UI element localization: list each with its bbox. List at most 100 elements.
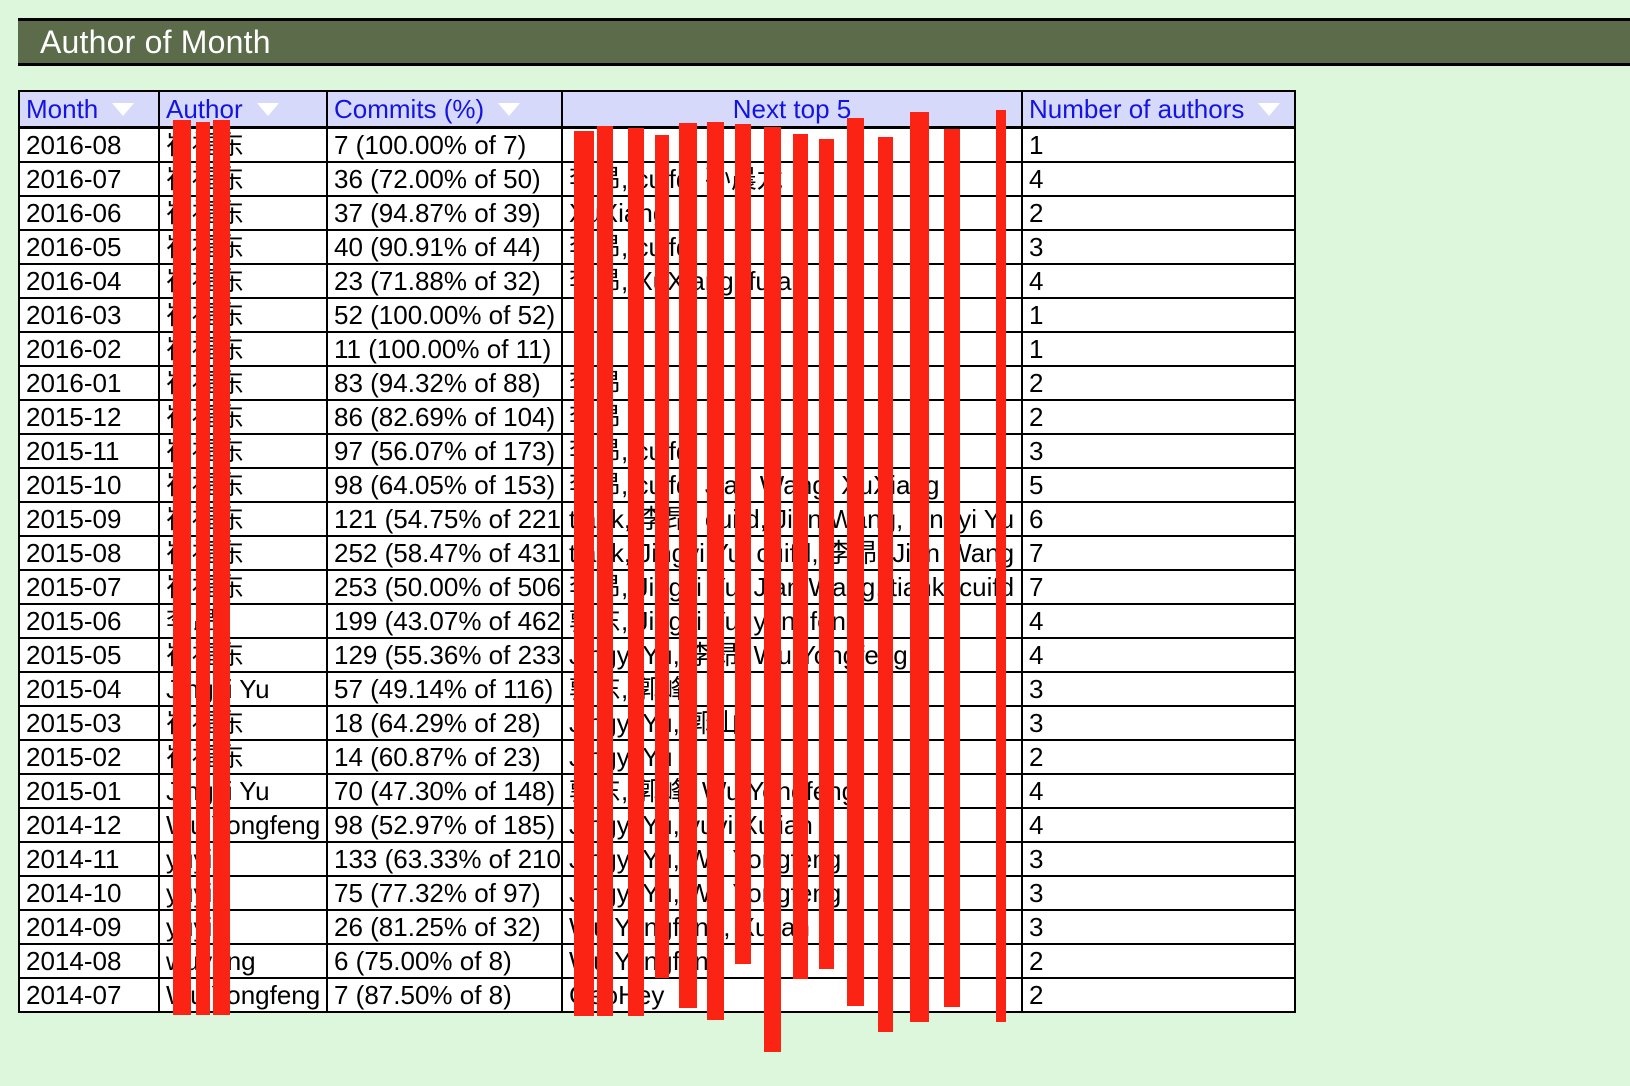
- cell-author: 崔福东: [158, 466, 328, 503]
- cell-author: 崔福东: [158, 568, 328, 605]
- column-header-next-top-5[interactable]: Next top 5: [561, 90, 1023, 129]
- cell-month: 2015-11: [18, 432, 160, 469]
- column-header-commits[interactable]: Commits (%): [326, 90, 563, 129]
- cell-number-of-authors: 6: [1021, 500, 1296, 537]
- column-header-number-of-authors-inner: Number of authors: [1029, 93, 1288, 124]
- cell-next-top-5: [561, 126, 1023, 163]
- cell-commits: 199 (43.07% of 462): [326, 602, 563, 639]
- cell-number-of-authors: 3: [1021, 670, 1296, 707]
- table-row: 2014-08 wuyong 6 (75.00% of 8) Wu Yongfeng 2: [18, 942, 1296, 979]
- cell-month: 2014-08: [18, 942, 160, 979]
- cell-month: 2016-06: [18, 194, 160, 231]
- column-header-number-of-authors[interactable]: Number of authors: [1021, 90, 1296, 129]
- cell-number-of-authors: 2: [1021, 364, 1296, 401]
- cell-next-top-5: Wu Yongfeng: [561, 942, 1023, 979]
- table-row: 2016-08 崔福东 7 (100.00% of 7) 1: [18, 126, 1296, 163]
- cell-commits: 14 (60.87% of 23): [326, 738, 563, 775]
- cell-month: 2015-04: [18, 670, 160, 707]
- cell-commits: 37 (94.87% of 39): [326, 194, 563, 231]
- cell-month: 2016-08: [18, 126, 160, 163]
- sort-descending-icon[interactable]: [498, 103, 521, 117]
- cell-next-top-5: 李昂: [561, 398, 1023, 435]
- cell-next-top-5: XuXiang: [561, 194, 1023, 231]
- sort-descending-icon[interactable]: [112, 103, 135, 117]
- cell-month: 2016-05: [18, 228, 160, 265]
- cell-author: 崔福东: [158, 534, 328, 571]
- cell-author: 崔福东: [158, 500, 328, 537]
- cell-commits: 40 (90.91% of 44): [326, 228, 563, 265]
- sort-descending-icon[interactable]: [1258, 103, 1281, 117]
- cell-next-top-5: 郭东, 郭峰: [561, 670, 1023, 707]
- table-row: 2016-05 崔福东 40 (90.91% of 44) 李昂, cuifd 3: [18, 228, 1296, 265]
- cell-month: 2015-02: [18, 738, 160, 775]
- cell-number-of-authors: 3: [1021, 908, 1296, 945]
- table-row: 2014-09 yuyi 26 (81.25% of 32) Wu Yongfeng,…: [18, 908, 1296, 945]
- cell-next-top-5: 李昂, XuXiang, fufa: [561, 262, 1023, 299]
- cell-commits: 7 (87.50% of 8): [326, 976, 563, 1013]
- cell-month: 2014-09: [18, 908, 160, 945]
- table-row: 2015-02 崔福东 14 (60.87% of 23) Jingyi Yu 2: [18, 738, 1296, 775]
- cell-month: 2015-05: [18, 636, 160, 673]
- cell-month: 2015-03: [18, 704, 160, 741]
- cell-author: 崔福东: [158, 228, 328, 265]
- page-title: Author of Month: [40, 24, 271, 60]
- cell-commits: 57 (49.14% of 116): [326, 670, 563, 707]
- cell-commits: 7 (100.00% of 7): [326, 126, 563, 163]
- cell-next-top-5: GeoHey: [561, 976, 1023, 1013]
- cell-commits: 86 (82.69% of 104): [326, 398, 563, 435]
- cell-author: 崔福东: [158, 296, 328, 333]
- cell-next-top-5: 李昂, cuifd: [561, 228, 1023, 265]
- cell-author: 崔福东: [158, 262, 328, 299]
- cell-author: 崔福东: [158, 330, 328, 367]
- cell-next-top-5: 郭东, Jingyi Yu, yongfeng: [561, 602, 1023, 639]
- cell-next-top-5: 李昂: [561, 364, 1023, 401]
- cell-month: 2016-01: [18, 364, 160, 401]
- cell-number-of-authors: 1: [1021, 126, 1296, 163]
- cell-commits: 23 (71.88% of 32): [326, 262, 563, 299]
- cell-commits: 252 (58.47% of 431): [326, 534, 563, 571]
- cell-commits: 75 (77.32% of 97): [326, 874, 563, 911]
- cell-number-of-authors: 4: [1021, 772, 1296, 809]
- cell-next-top-5: Jingyi Yu, Wu Yongfeng: [561, 874, 1023, 911]
- column-header-commits-inner: Commits (%): [334, 93, 555, 124]
- table-header: Month Author Commits (%) Next top 5 Numb…: [18, 90, 1296, 129]
- cell-commits: 129 (55.36% of 233): [326, 636, 563, 673]
- table-row: 2015-11 崔福东 97 (56.07% of 173) 李昂, cuifd 3: [18, 432, 1296, 469]
- table-row: 2014-12 Wu Yongfeng 98 (52.97% of 185) Jing…: [18, 806, 1296, 843]
- cell-author: yuyi: [158, 874, 328, 911]
- column-header-number-of-authors-label: Number of authors: [1029, 93, 1245, 124]
- author-of-month-table: Month Author Commits (%) Next top 5 Numb…: [18, 90, 1296, 1013]
- cell-author: 崔福东: [158, 398, 328, 435]
- author-of-month-table-container: Month Author Commits (%) Next top 5 Numb…: [18, 90, 1296, 1013]
- column-header-month[interactable]: Month: [18, 90, 160, 129]
- column-header-author-inner: Author: [166, 93, 320, 124]
- cell-author: 李昂: [158, 602, 328, 639]
- column-header-author[interactable]: Author: [158, 90, 328, 129]
- table-row: 2015-09 崔福东 121 (54.75% of 221) tiank, 李昂, …: [18, 500, 1296, 537]
- cell-author: Jingyi Yu: [158, 670, 328, 707]
- cell-number-of-authors: 1: [1021, 296, 1296, 333]
- cell-next-top-5: 李昂, Jingyi Yu, Jian Wang, tiank, cuifd: [561, 568, 1023, 605]
- cell-month: 2015-09: [18, 500, 160, 537]
- cell-number-of-authors: 7: [1021, 568, 1296, 605]
- cell-commits: 133 (63.33% of 210): [326, 840, 563, 877]
- table-row: 2016-06 崔福东 37 (94.87% of 39) XuXiang 2: [18, 194, 1296, 231]
- cell-month: 2014-10: [18, 874, 160, 911]
- cell-author: 崔福东: [158, 194, 328, 231]
- cell-commits: 98 (52.97% of 185): [326, 806, 563, 843]
- cell-number-of-authors: 4: [1021, 160, 1296, 197]
- cell-commits: 18 (64.29% of 28): [326, 704, 563, 741]
- cell-month: 2015-06: [18, 602, 160, 639]
- table-row: 2014-11 yuyi 133 (63.33% of 210) Jingyi Yu,…: [18, 840, 1296, 877]
- sort-descending-icon[interactable]: [256, 103, 279, 117]
- cell-number-of-authors: 2: [1021, 942, 1296, 979]
- table-row: 2015-06 李昂 199 (43.07% of 462) 郭东, Jingyi Y…: [18, 602, 1296, 639]
- cell-next-top-5: tiank, Jingyi Yu, cuifd, 李昂, Jian Wang: [561, 534, 1023, 571]
- cell-author: Jingyi Yu: [158, 772, 328, 809]
- cell-number-of-authors: 7: [1021, 534, 1296, 571]
- cell-month: 2014-11: [18, 840, 160, 877]
- table-row: 2014-10 yuyi 75 (77.32% of 97) Jingyi Yu, W…: [18, 874, 1296, 911]
- cell-commits: 11 (100.00% of 11): [326, 330, 563, 367]
- table-row: 2015-03 崔福东 18 (64.29% of 28) Jingyi Yu, 郭山…: [18, 704, 1296, 741]
- cell-commits: 97 (56.07% of 173): [326, 432, 563, 469]
